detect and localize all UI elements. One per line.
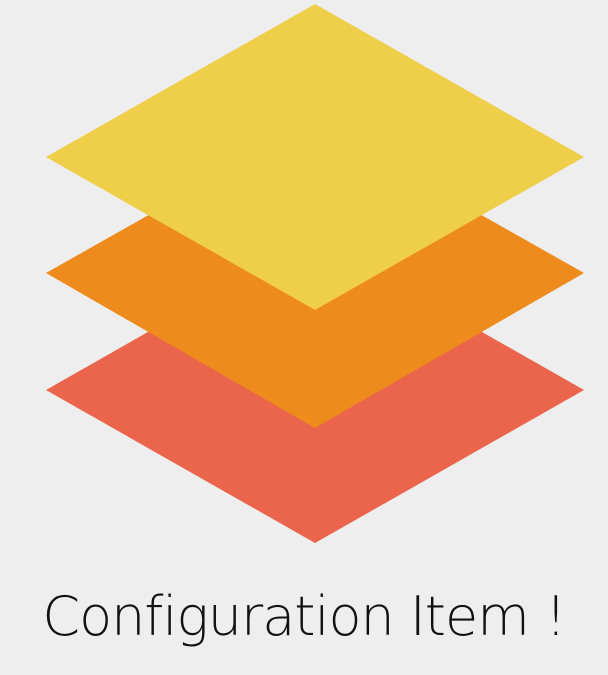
caption-text: Configuration Item !	[42, 585, 566, 648]
stacked-layers-icon	[0, 0, 608, 560]
